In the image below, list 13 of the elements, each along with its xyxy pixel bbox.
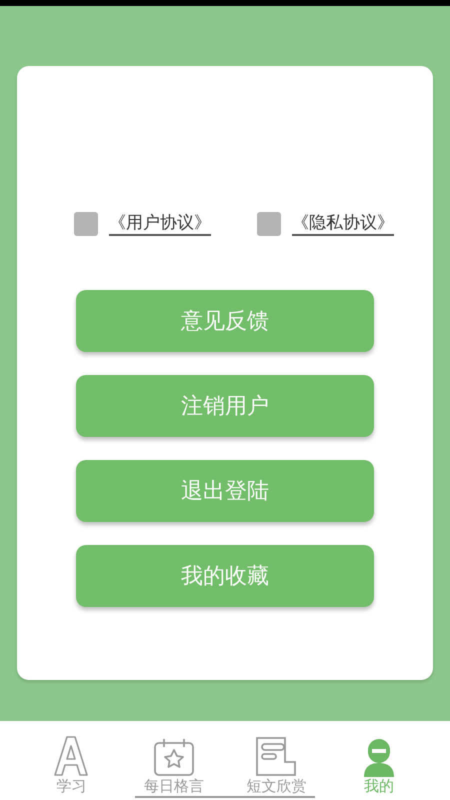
agreement-link[interactable]: 《隐私协议》 [292,212,394,236]
agreement-link[interactable]: 《用户协议》 [109,212,211,236]
nav-tab[interactable]: 短文欣赏 [231,735,322,796]
nav-tab[interactable]: 学习 [26,735,116,796]
menu-button[interactable]: 我的收藏 [76,545,374,607]
calendar-star-icon [152,737,196,777]
checkbox[interactable] [257,212,281,236]
nav-tab[interactable]: 我的 [334,737,424,796]
checkbox[interactable] [74,212,98,236]
menu-button[interactable]: 意见反馈 [76,290,374,352]
nav-tab[interactable]: 每日格言 [128,737,219,796]
menu-button[interactable]: 注销用户 [76,375,374,437]
menu-button[interactable]: 退出登陆 [76,460,374,522]
